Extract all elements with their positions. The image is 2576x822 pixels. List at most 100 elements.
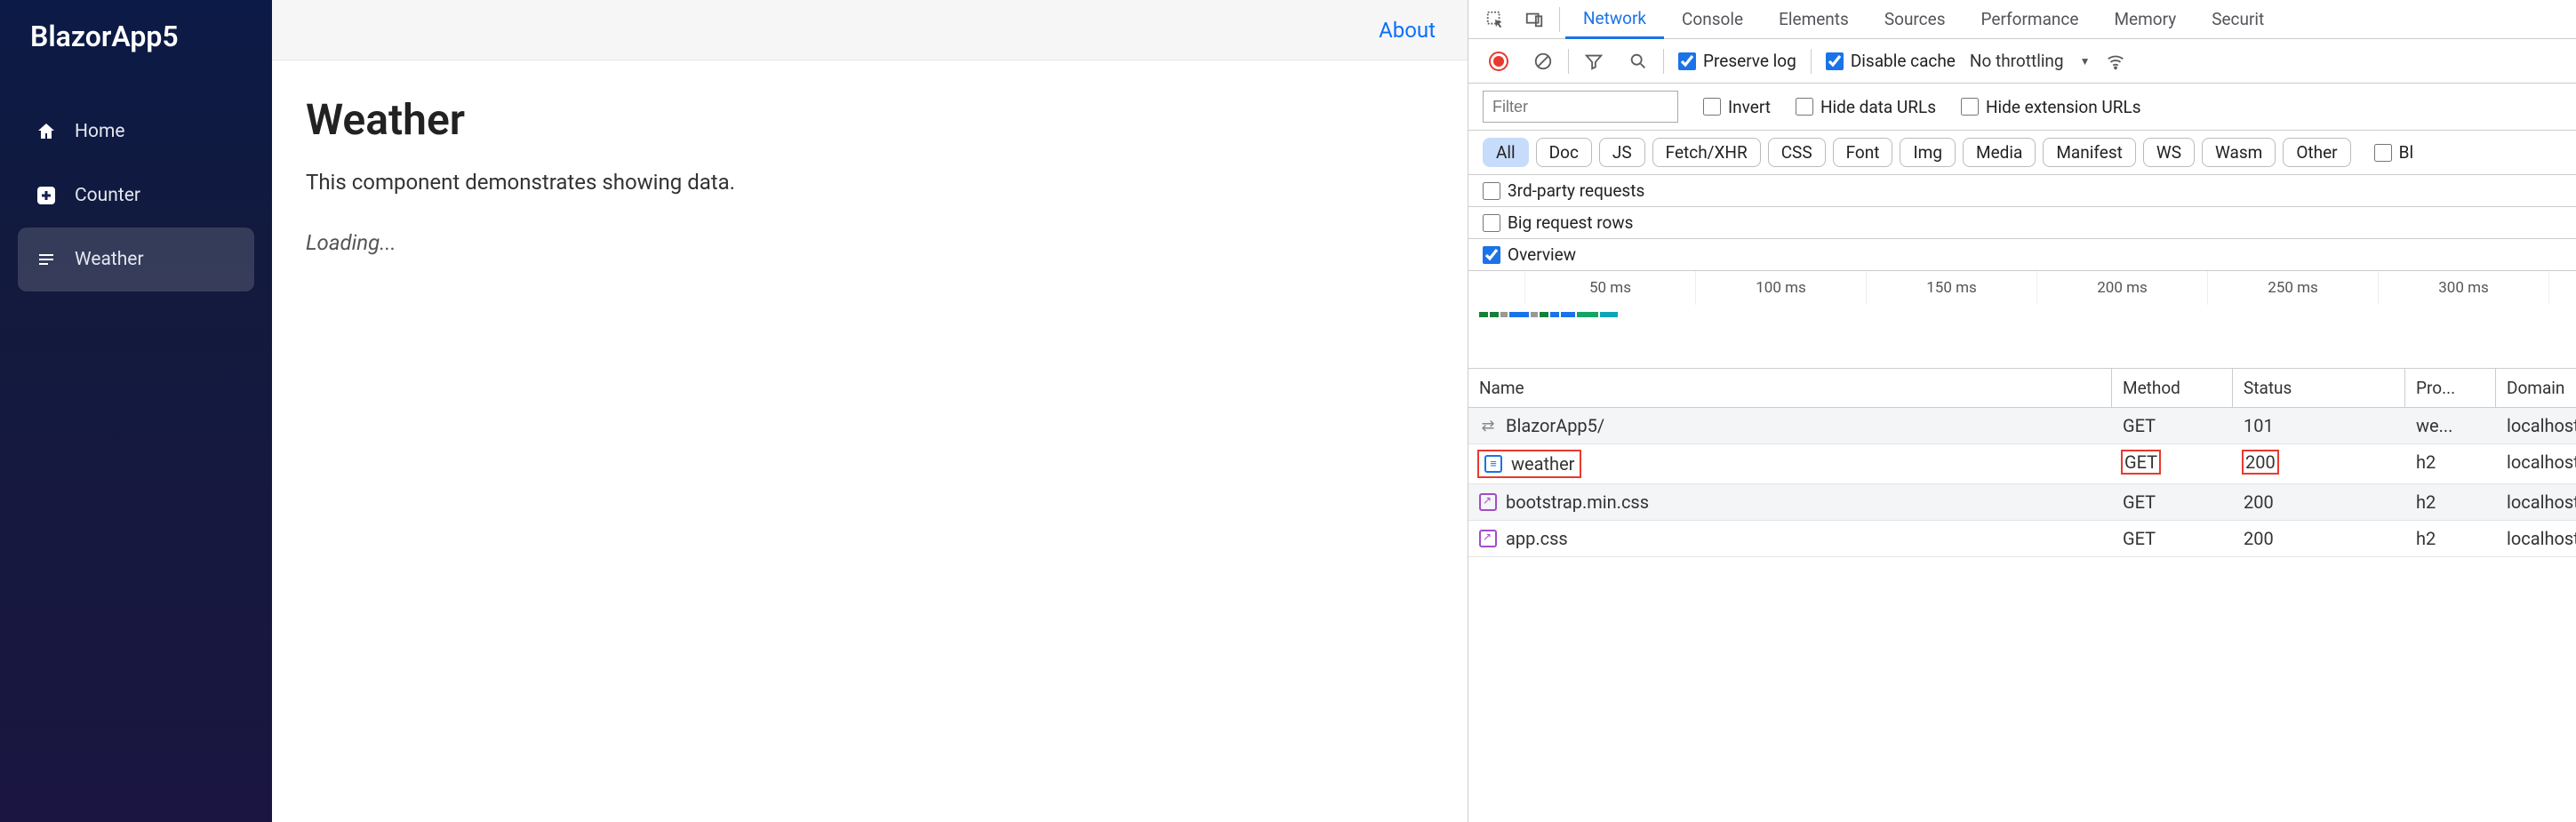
blocked-checkbox[interactable]: Bl — [2374, 142, 2413, 163]
nav: Home Counter Weather — [0, 100, 272, 291]
hide-ext-urls-checkbox[interactable]: Hide extension URLs — [1961, 97, 2141, 117]
preserve-log-checkbox[interactable]: Preserve log — [1678, 51, 1796, 71]
cell-protocol: h2 — [2405, 484, 2496, 520]
type-filter-pills: All Doc JS Fetch/XHR CSS Font Img Media … — [1468, 131, 2576, 175]
page-title: Weather — [306, 94, 1434, 145]
divider — [1811, 49, 1812, 74]
home-icon — [34, 119, 59, 144]
throttling-select[interactable]: No throttling — [1970, 51, 2091, 71]
big-rows-row: Big request rows Group by fr — [1468, 207, 2576, 239]
resource-type-icon — [1484, 455, 1502, 473]
overview-checkbox[interactable]: Overview — [1483, 244, 1576, 265]
timeline-tick: 300 ms — [2379, 271, 2549, 305]
tab-security[interactable]: Securit — [2194, 0, 2282, 39]
cell-domain: localhost — [2496, 521, 2576, 556]
timeline-tick: 250 ms — [2208, 271, 2379, 305]
cell-protocol: h2 — [2405, 521, 2496, 556]
blocked-label: Bl — [2399, 142, 2413, 163]
nav-label: Home — [75, 121, 125, 142]
inspect-icon[interactable] — [1476, 0, 1515, 39]
request-row[interactable]: app.cssGET200h2localhost — [1468, 521, 2576, 557]
requests-body: ⇄BlazorApp5/GET101we...localhostweatherG… — [1468, 408, 2576, 557]
cell-method: GET — [2112, 484, 2233, 520]
filter-input[interactable] — [1483, 91, 1678, 123]
col-method[interactable]: Method — [2112, 369, 2233, 407]
col-domain[interactable]: Domain — [2496, 369, 2576, 407]
request-row[interactable]: weatherGET200h2localhost — [1468, 444, 2576, 484]
hide-data-urls-label: Hide data URLs — [1820, 97, 1936, 117]
big-rows-checkbox[interactable]: Big request rows — [1483, 212, 1633, 233]
pill-css[interactable]: CSS — [1768, 138, 1826, 167]
col-status[interactable]: Status — [2233, 369, 2405, 407]
nav-item-counter[interactable]: Counter — [18, 164, 254, 227]
tab-network[interactable]: Network — [1565, 0, 1664, 39]
page-content: Weather This component demonstrates show… — [272, 60, 1468, 289]
loading-text: Loading... — [306, 230, 1434, 255]
filter-toggle-icon[interactable] — [1574, 42, 1613, 81]
timeline[interactable]: 50 ms100 ms150 ms200 ms250 ms300 ms350 m… — [1468, 271, 2576, 369]
device-toggle-icon[interactable] — [1515, 0, 1554, 39]
record-button[interactable] — [1479, 42, 1518, 81]
tab-performance[interactable]: Performance — [1964, 0, 2097, 39]
tab-elements[interactable]: Elements — [1761, 0, 1867, 39]
cell-domain: localhost — [2496, 444, 2576, 483]
big-rows-label: Big request rows — [1508, 212, 1633, 233]
pill-other[interactable]: Other — [2283, 138, 2350, 167]
invert-label: Invert — [1728, 97, 1771, 117]
cell-status: 200 — [2233, 444, 2405, 483]
wifi-icon[interactable] — [2096, 42, 2135, 81]
pill-wasm[interactable]: Wasm — [2202, 138, 2276, 167]
disable-cache-checkbox[interactable]: Disable cache — [1826, 51, 1956, 71]
col-protocol[interactable]: Pro... — [2405, 369, 2496, 407]
request-row[interactable]: ⇄BlazorApp5/GET101we...localhost — [1468, 408, 2576, 444]
cell-domain: localhost — [2496, 408, 2576, 443]
search-icon[interactable] — [1619, 42, 1658, 81]
request-row[interactable]: bootstrap.min.cssGET200h2localhost — [1468, 484, 2576, 521]
pill-font[interactable]: Font — [1833, 138, 1893, 167]
blazor-app: BlazorApp5 Home Counter Weather About We… — [0, 0, 1468, 822]
overview-label: Overview — [1508, 244, 1576, 265]
third-party-checkbox[interactable]: 3rd-party requests — [1483, 180, 1644, 201]
pill-fetch[interactable]: Fetch/XHR — [1652, 138, 1761, 167]
request-name: app.css — [1506, 528, 1568, 549]
nav-item-home[interactable]: Home — [18, 100, 254, 164]
cell-status: 200 — [2233, 484, 2405, 520]
tab-sources[interactable]: Sources — [1867, 0, 1964, 39]
timeline-tick: 100 ms — [1696, 271, 1867, 305]
content-wrap: About Weather This component demonstrate… — [272, 0, 1468, 822]
plus-icon — [34, 183, 59, 208]
cell-name: ⇄BlazorApp5/ — [1468, 408, 2112, 443]
overview-row: Overview Screenshot — [1468, 239, 2576, 271]
col-name[interactable]: Name — [1468, 369, 2112, 407]
tab-memory[interactable]: Memory — [2096, 0, 2194, 39]
pill-doc[interactable]: Doc — [1536, 138, 1592, 167]
pill-ws[interactable]: WS — [2143, 138, 2195, 167]
cell-status: 200 — [2233, 521, 2405, 556]
pill-img[interactable]: Img — [1900, 138, 1956, 167]
resource-type-icon — [1479, 493, 1497, 511]
pill-js[interactable]: JS — [1599, 138, 1645, 167]
pill-manifest[interactable]: Manifest — [2043, 138, 2136, 167]
cell-status: 101 — [2233, 408, 2405, 443]
preserve-log-label: Preserve log — [1703, 51, 1796, 71]
pill-all[interactable]: All — [1483, 138, 1529, 167]
timeline-tick: 200 ms — [2037, 271, 2208, 305]
invert-checkbox[interactable]: Invert — [1703, 97, 1771, 117]
cell-name: app.css — [1468, 521, 2112, 556]
tab-console[interactable]: Console — [1664, 0, 1761, 39]
cell-name: bootstrap.min.css — [1468, 484, 2112, 520]
pill-media[interactable]: Media — [1963, 138, 2036, 167]
clear-button[interactable] — [1524, 42, 1563, 81]
sidebar: BlazorApp5 Home Counter Weather — [0, 0, 272, 822]
nav-item-weather[interactable]: Weather — [18, 227, 254, 291]
timeline-ticks: 50 ms100 ms150 ms200 ms250 ms300 ms350 m… — [1468, 271, 2576, 305]
timeline-tick: 50 ms — [1525, 271, 1696, 305]
disable-cache-label: Disable cache — [1851, 51, 1956, 71]
topbar: About — [272, 0, 1468, 60]
cell-protocol: h2 — [2405, 444, 2496, 483]
devtools: Network Console Elements Sources Perform… — [1468, 0, 2576, 822]
timeline-tick: 350 ms — [2549, 271, 2576, 305]
hide-data-urls-checkbox[interactable]: Hide data URLs — [1796, 97, 1936, 117]
cell-method: GET — [2112, 408, 2233, 443]
about-link[interactable]: About — [1379, 18, 1436, 43]
